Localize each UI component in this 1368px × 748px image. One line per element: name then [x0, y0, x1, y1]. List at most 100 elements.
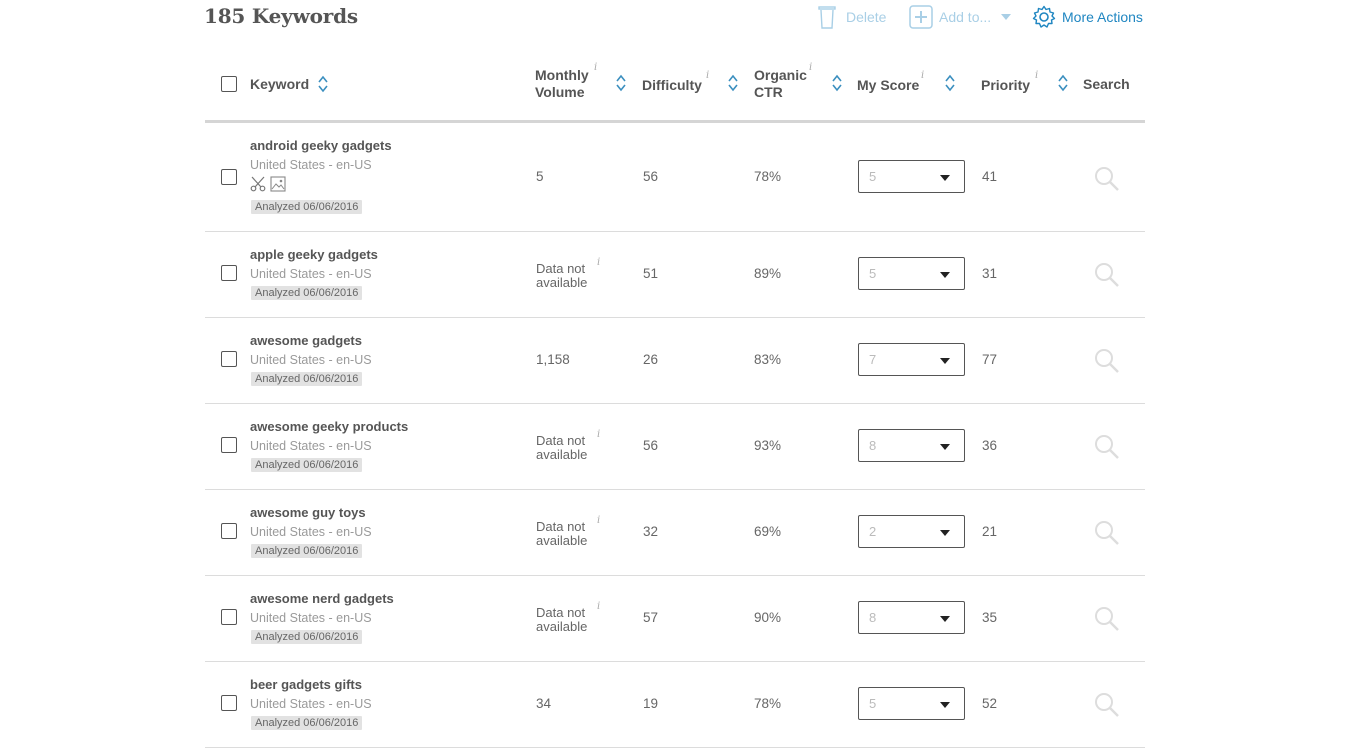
sort-arrows-icon[interactable] [831, 74, 843, 92]
sort-arrows-icon[interactable] [1057, 74, 1069, 92]
volume-na-line2: available [536, 619, 588, 634]
table-row: apple geeky gadgets United States - en-U… [205, 232, 1145, 318]
chevron-down-icon [940, 530, 950, 536]
col-my-score: My Score [857, 77, 920, 93]
my-score-value: 5 [869, 696, 877, 711]
row-checkbox[interactable] [221, 265, 237, 281]
trash-icon [818, 6, 836, 29]
my-score-select[interactable]: 5 [858, 687, 965, 720]
my-score-select[interactable]: 7 [858, 343, 965, 376]
volume-na-line1: Data not [536, 605, 586, 620]
keyword-name[interactable]: awesome guy toys [250, 505, 366, 520]
table-row: awesome nerd gadgets United States - en-… [205, 576, 1145, 662]
ctr-cell: 69% [754, 524, 782, 539]
col-priority: Priority [981, 77, 1031, 93]
magnifier-icon[interactable] [1094, 520, 1120, 546]
keyword-name[interactable]: beer gadgets gifts [250, 677, 362, 692]
col-monthly-volume-line2: Volume [535, 84, 585, 100]
table-row: awesome geeky products United States - e… [205, 404, 1145, 490]
my-score-value: 8 [869, 438, 877, 453]
info-icon[interactable]: i [594, 62, 597, 73]
plus-box-icon [909, 5, 933, 29]
priority-cell: 77 [982, 352, 998, 367]
keyword-name[interactable]: android geeky gadgets [250, 138, 392, 153]
more-actions-button[interactable]: More Actions [1032, 4, 1143, 30]
magnifier-icon[interactable] [1094, 606, 1120, 632]
row-checkbox[interactable] [221, 351, 237, 367]
chevron-down-icon [940, 272, 950, 278]
row-checkbox[interactable] [221, 609, 237, 625]
keyword-location: United States - en-US [250, 353, 372, 367]
table-row: awesome guy toys United States - en-US A… [205, 490, 1145, 576]
priority-cell: 36 [982, 438, 998, 453]
info-icon[interactable]: i [597, 515, 600, 526]
priority-cell: 52 [982, 696, 998, 711]
info-icon[interactable]: i [809, 62, 812, 73]
sort-arrows-icon[interactable] [727, 74, 739, 92]
analyzed-badge: Analyzed 06/06/2016 [251, 544, 363, 558]
more-actions-label: More Actions [1062, 9, 1143, 25]
ctr-cell: 90% [754, 610, 782, 625]
my-score-value: 2 [869, 524, 877, 539]
keywords-table: Keyword Monthly Volume i Difficulty i Or… [205, 58, 1145, 748]
analyzed-badge: Analyzed 06/06/2016 [251, 716, 363, 730]
magnifier-icon[interactable] [1094, 434, 1120, 460]
add-to-button[interactable]: Add to... [909, 4, 1012, 30]
magnifier-icon[interactable] [1094, 262, 1120, 288]
keyword-name[interactable]: apple geeky gadgets [250, 247, 378, 262]
sort-arrows-icon[interactable] [944, 74, 956, 92]
table-row: awesome gadgets United States - en-US An… [205, 318, 1145, 404]
row-checkbox[interactable] [221, 169, 237, 185]
analyzed-badge: Analyzed 06/06/2016 [251, 630, 363, 644]
difficulty-cell: 19 [643, 696, 659, 711]
my-score-select[interactable]: 2 [858, 515, 965, 548]
keyword-location: United States - en-US [250, 267, 372, 281]
volume-na-line2: available [536, 447, 588, 462]
select-all-checkbox[interactable] [221, 76, 237, 92]
info-icon[interactable]: i [597, 257, 600, 268]
table-header: Keyword Monthly Volume i Difficulty i Or… [205, 58, 1145, 123]
image-icon[interactable] [270, 176, 286, 192]
priority-cell: 41 [982, 169, 998, 184]
info-icon[interactable]: i [597, 601, 600, 612]
info-icon[interactable]: i [1035, 70, 1038, 81]
keyword-location: United States - en-US [250, 158, 372, 172]
volume-na-line2: available [536, 533, 588, 548]
table-row: beer gadgets gifts United States - en-US… [205, 662, 1145, 748]
keyword-name[interactable]: awesome geeky products [250, 419, 408, 434]
sort-arrows-icon[interactable] [615, 74, 627, 92]
ctr-cell: 83% [754, 352, 782, 367]
row-checkbox[interactable] [221, 437, 237, 453]
my-score-value: 8 [869, 610, 877, 625]
row-checkbox[interactable] [221, 523, 237, 539]
my-score-select[interactable]: 5 [858, 160, 965, 193]
delete-button[interactable]: Delete [818, 4, 886, 30]
info-icon[interactable]: i [706, 70, 709, 81]
my-score-value: 5 [869, 169, 877, 184]
chevron-down-icon [940, 175, 950, 181]
col-monthly-volume: Monthly Volume [535, 67, 589, 101]
magnifier-icon[interactable] [1094, 166, 1120, 192]
add-to-label: Add to... [939, 9, 992, 25]
col-organic-ctr-line1: Organic [754, 67, 807, 83]
my-score-select[interactable]: 8 [858, 429, 965, 462]
volume-cell: Data not available [536, 606, 587, 634]
my-score-select[interactable]: 8 [858, 601, 965, 634]
info-icon[interactable]: i [921, 70, 924, 81]
keyword-name[interactable]: awesome gadgets [250, 333, 362, 348]
keyword-tools [250, 176, 286, 192]
keyword-name[interactable]: awesome nerd gadgets [250, 591, 394, 606]
magnifier-icon[interactable] [1094, 692, 1120, 718]
magnifier-icon[interactable] [1094, 348, 1120, 374]
scissors-icon[interactable] [250, 176, 266, 192]
ctr-cell: 78% [754, 696, 782, 711]
chevron-down-icon [940, 358, 950, 364]
my-score-select[interactable]: 5 [858, 257, 965, 290]
volume-na-line1: Data not [536, 519, 586, 534]
row-checkbox[interactable] [221, 695, 237, 711]
sort-arrows-icon[interactable] [317, 75, 329, 93]
volume-na-line1: Data not [536, 261, 586, 276]
volume-cell: 34 [536, 696, 552, 711]
page-title: 185 Keywords [204, 4, 358, 28]
info-icon[interactable]: i [597, 429, 600, 440]
